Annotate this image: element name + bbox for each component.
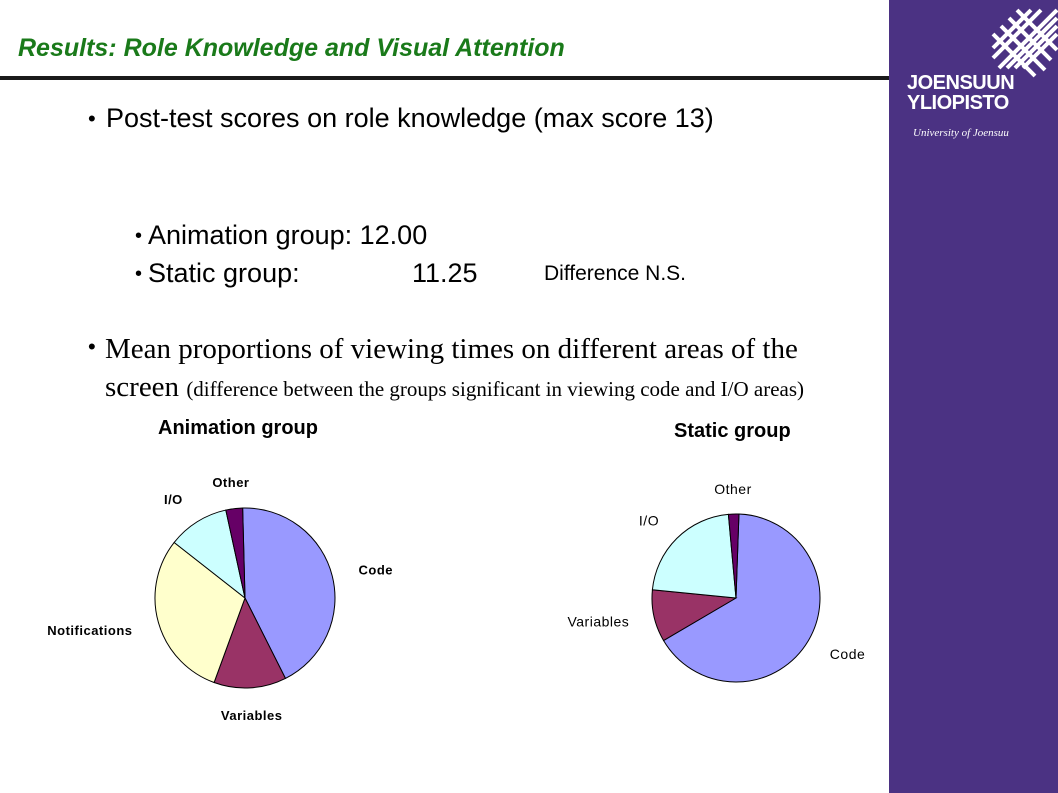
pie-label-static-other: Other xyxy=(714,481,752,497)
pie-label-animation-other: Other xyxy=(212,475,249,490)
pie-label-animation-io: I/O xyxy=(164,492,183,507)
pie-label-animation-notifications: Notifications xyxy=(47,623,132,638)
pie-charts: Code Variables Notifications I/O Other Code Va… xyxy=(47,475,865,723)
pie-label-static-code: Code xyxy=(830,646,865,662)
logo-line-2: YLIOPISTO xyxy=(907,92,1009,114)
pie-label-static-io: I/O xyxy=(639,513,659,529)
university-logo-mark-icon xyxy=(991,8,1058,78)
logo-subtitle: University of Joensuu xyxy=(913,127,1009,139)
pie-label-static-variables: Variables xyxy=(567,613,629,629)
pie-slice-static-io xyxy=(651,513,737,599)
logo-line-1: JOENSUUN xyxy=(907,72,1015,94)
pie-label-animation-variables: Variables xyxy=(221,708,283,723)
university-sidebar: JOENSUUN YLIOPISTO University of Joensuu xyxy=(889,0,1058,793)
pie-label-animation-code: Code xyxy=(359,563,394,578)
